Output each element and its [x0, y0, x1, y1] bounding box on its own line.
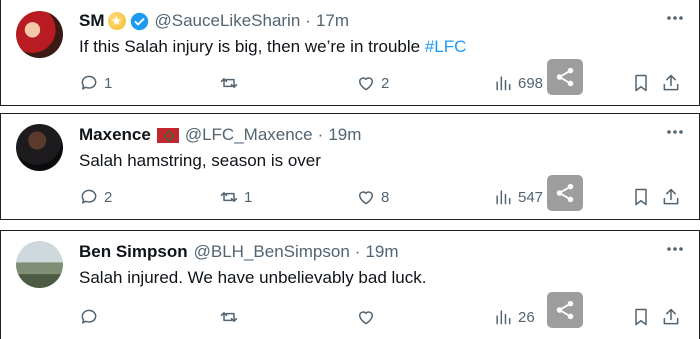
share-icon	[663, 74, 679, 91]
separator-dot: ·	[354, 242, 361, 261]
like-count: 8	[381, 188, 390, 206]
retweet-button[interactable]	[219, 305, 244, 329]
reply-icon	[81, 309, 97, 324]
bookmark-button[interactable]	[631, 71, 651, 95]
reply-button[interactable]: 1	[79, 71, 112, 95]
views-icon	[496, 76, 511, 91]
view-count: 26	[518, 308, 535, 326]
tweet-text-body: Salah injured. We have unbelievably bad …	[79, 268, 427, 287]
retweet-button[interactable]: 1	[219, 185, 252, 209]
separator-dot: ·	[305, 11, 311, 30]
tweet-header: Maxence @LFC_Maxence · 19m	[79, 124, 361, 146]
action-bar: 26	[1, 305, 699, 329]
tweet[interactable]: SM ★ @SauceLikeSharin · 17m If this Sala…	[0, 0, 700, 106]
views-button[interactable]: 547	[493, 185, 543, 209]
heart-icon	[359, 191, 373, 205]
timestamp[interactable]: 19m	[328, 125, 361, 145]
views-icon	[496, 310, 511, 325]
retweet-count: 1	[244, 188, 253, 206]
tweet-text-body: Salah hamstring, season is over	[79, 151, 321, 170]
reply-button[interactable]: 2	[79, 185, 112, 209]
username[interactable]: @BLH_BenSimpson	[194, 242, 350, 262]
retweet-button[interactable]	[219, 71, 244, 95]
views-button[interactable]: 698	[493, 71, 543, 95]
display-name[interactable]: Maxence	[79, 125, 151, 145]
heart-icon	[359, 77, 373, 91]
view-count: 698	[518, 74, 544, 92]
share-icon	[663, 188, 679, 205]
reply-count: 1	[104, 74, 113, 92]
views-button[interactable]: 26	[493, 305, 535, 329]
more-options-icon[interactable]	[663, 10, 687, 26]
timestamp[interactable]: 17m	[316, 11, 349, 31]
bookmark-button[interactable]	[631, 185, 651, 209]
hashtag-link[interactable]: #LFC	[425, 37, 467, 56]
username[interactable]: @SauceLikeSharin	[155, 11, 301, 31]
separator-dot: ·	[317, 125, 324, 144]
tweet-text-body: If this Salah injury is big, then we’re …	[79, 37, 425, 56]
timestamp[interactable]: 19m	[365, 242, 398, 262]
tweet-text: Salah injured. We have unbelievably bad …	[79, 268, 426, 288]
tweet-text: Salah hamstring, season is over	[79, 151, 321, 171]
like-button[interactable]: 8	[356, 185, 389, 209]
username[interactable]: @LFC_Maxence	[185, 125, 313, 145]
retweet-icon	[220, 78, 238, 88]
reply-icon	[81, 75, 97, 90]
share-nodes-icon	[556, 183, 574, 203]
view-count: 547	[518, 188, 544, 206]
share-overlay-button[interactable]	[547, 175, 583, 211]
more-options-icon[interactable]	[663, 241, 687, 257]
bookmark-icon	[635, 188, 647, 206]
display-name[interactable]: SM	[79, 11, 105, 31]
more-options-icon[interactable]	[663, 124, 687, 140]
share-button[interactable]	[661, 185, 681, 209]
tweet[interactable]: Ben Simpson @BLH_BenSimpson · 19m Salah …	[0, 230, 700, 339]
display-name[interactable]: Ben Simpson	[79, 242, 188, 262]
views-icon	[496, 190, 511, 205]
tweet-header: Ben Simpson @BLH_BenSimpson · 19m	[79, 241, 399, 263]
reply-count: 2	[104, 188, 113, 206]
avatar[interactable]	[16, 124, 63, 171]
tweet-text: If this Salah injury is big, then we’re …	[79, 37, 466, 57]
reply-button[interactable]	[79, 305, 104, 329]
flag-icon	[156, 127, 179, 143]
action-bar: 1 2 698	[1, 71, 699, 95]
tweet[interactable]: Maxence @LFC_Maxence · 19m Salah hamstri…	[0, 113, 700, 220]
heart-icon	[359, 311, 373, 325]
retweet-icon	[220, 312, 238, 322]
star-badge-icon: ★	[107, 12, 126, 30]
share-button[interactable]	[661, 305, 681, 329]
verified-badge-icon	[130, 12, 148, 30]
bookmark-button[interactable]	[631, 305, 651, 329]
like-count: 2	[381, 74, 390, 92]
action-bar: 2 1 8 547	[1, 185, 699, 209]
share-overlay-button[interactable]	[547, 292, 583, 328]
reply-icon	[81, 189, 97, 204]
share-overlay-button[interactable]	[547, 59, 583, 95]
tweet-header: SM ★ @SauceLikeSharin · 17m	[79, 10, 349, 32]
like-button[interactable]	[356, 305, 381, 329]
bookmark-icon	[635, 308, 647, 326]
like-button[interactable]: 2	[356, 71, 389, 95]
avatar[interactable]	[16, 241, 63, 288]
bookmark-icon	[635, 74, 647, 92]
retweet-icon	[220, 192, 238, 202]
share-button[interactable]	[661, 71, 681, 95]
share-icon	[663, 308, 679, 325]
share-nodes-icon	[556, 300, 574, 320]
share-nodes-icon	[556, 67, 574, 87]
avatar[interactable]	[16, 11, 63, 58]
